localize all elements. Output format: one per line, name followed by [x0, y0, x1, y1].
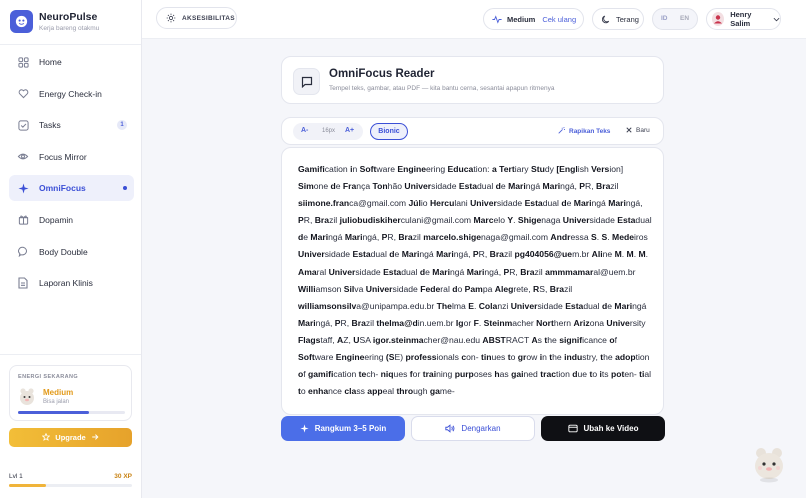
xp-progress-fill [9, 484, 46, 487]
chat-icon [17, 246, 29, 258]
sparkle-icon [300, 424, 309, 433]
reader-header-card: OmniFocus Reader Tempel teks, gambar, at… [281, 56, 664, 104]
lang-id-option[interactable]: ID [661, 15, 668, 22]
sidebar-item-laporan-klinis[interactable]: Laporan Klinis [9, 270, 134, 296]
sidebar-item-omnifocus[interactable]: OmniFocus [9, 175, 134, 202]
eye-icon [17, 151, 29, 163]
xp-progress-bar [9, 484, 132, 487]
brand-tagline: Kerja bareng otakmu [39, 25, 100, 32]
energy-progress-bar [18, 411, 125, 414]
logo-icon [10, 10, 33, 33]
energy-title: ENERGI SEKARANG [18, 374, 79, 380]
arrow-right-icon [91, 433, 99, 443]
active-indicator-dot [123, 186, 127, 191]
sidebar-item-label: Home [39, 57, 62, 67]
magic-wand-icon [558, 127, 565, 134]
topbar: AKSESIBILITAS Medium Cek ulang Terang ID… [142, 0, 806, 39]
avatar [712, 12, 725, 26]
star-icon [41, 432, 51, 443]
sidebar-item-label: Body Double [39, 246, 88, 257]
theme-label: Terang [616, 14, 639, 24]
accessibility-label: AKSESIBILITAS [182, 14, 235, 22]
sidebar-item-label: Dopamin [39, 214, 74, 225]
sidebar-item-dopamin[interactable]: Dopamin [9, 207, 134, 233]
energy-status: Bisa jalan [43, 399, 70, 405]
sidebar-item-label: Energy Check-in [39, 88, 102, 99]
chevron-down-icon [773, 17, 780, 22]
summarize-label: Rangkum 3–5 Poin [314, 424, 387, 433]
gear-icon [166, 13, 176, 23]
sidebar-item-label: Focus Mirror [39, 151, 87, 162]
level-label: Lvl 1 [9, 473, 23, 480]
reader-text: Gamification in Software Engineering Edu… [298, 164, 652, 397]
language-switch: ID EN [652, 8, 698, 30]
font-size-control: A- 16px A+ [293, 123, 363, 140]
sidebar-nav: Home Energy Check-in Tasks 1 Focus Mirro… [9, 49, 134, 302]
theme-toggle[interactable]: Terang [592, 8, 644, 30]
lang-en-option[interactable]: EN [680, 15, 689, 22]
new-label: Baru [636, 127, 650, 134]
accessibility-button[interactable]: AKSESIBILITAS [156, 7, 237, 29]
xp-label: 30 XP [114, 473, 132, 480]
tidy-text-button[interactable]: Rapikan Teks [558, 127, 610, 135]
checkbox-icon [17, 119, 29, 131]
energy-card[interactable]: ENERGI SEKARANG Medium Bisa jalan [9, 365, 132, 421]
convert-video-button[interactable]: Ubah ke Video [541, 416, 665, 441]
grid-icon [17, 56, 29, 68]
sidebar-item-label: Tasks [39, 120, 61, 131]
listen-button[interactable]: Dengarkan [411, 416, 535, 441]
sidebar-item-body-double[interactable]: Body Double [9, 239, 134, 265]
document-icon [17, 277, 29, 289]
moon-icon [602, 15, 611, 24]
reader-toolbar: A- 16px A+ Bionic Rapikan Teks Baru [281, 117, 664, 145]
font-size-value: 16px [322, 128, 336, 134]
page-title: OmniFocus Reader [329, 68, 435, 80]
divider [0, 354, 141, 355]
chat-square-icon [293, 68, 320, 95]
bionic-toggle[interactable]: Bionic [370, 123, 408, 140]
sidebar-item-label: Laporan Klinis [39, 278, 93, 289]
sparkle-icon [17, 182, 29, 194]
sidebar-item-focus-mirror[interactable]: Focus Mirror [9, 144, 134, 170]
brand[interactable]: NeuroPulse Kerja bareng otakmu [10, 10, 99, 33]
gift-icon [17, 214, 29, 226]
increase-font-button[interactable]: A+ [345, 127, 354, 134]
sidebar-item-tasks[interactable]: Tasks 1 [9, 112, 134, 138]
pulse-icon [492, 14, 502, 24]
user-menu[interactable]: Henry Salim [706, 8, 781, 30]
summarize-button[interactable]: Rangkum 3–5 Poin [281, 416, 405, 441]
sidebar-item-energy-check-in[interactable]: Energy Check-in [9, 81, 134, 107]
convert-video-label: Ubah ke Video [583, 424, 639, 433]
sidebar-item-home[interactable]: Home [9, 49, 134, 75]
sidebar: NeuroPulse Kerja bareng otakmu Home Ener… [0, 0, 142, 498]
energy-progress-fill [18, 411, 89, 414]
new-button[interactable]: Baru [626, 127, 650, 134]
energy-avatar-icon [18, 386, 36, 406]
close-icon [626, 127, 632, 133]
decrease-font-button[interactable]: A- [301, 127, 308, 134]
page-subtitle: Tempel teks, gambar, atau PDF — kita ban… [329, 85, 555, 92]
mascot-icon[interactable] [752, 445, 786, 483]
mood-label: Medium [507, 14, 536, 24]
recheck-link[interactable]: Cek ulang [542, 15, 576, 24]
reader-content[interactable]: Gamification in Software Engineering Edu… [281, 147, 664, 415]
heart-icon [17, 88, 29, 100]
upgrade-button[interactable]: Upgrade [9, 428, 132, 447]
brand-name: NeuroPulse [39, 11, 98, 23]
divider [0, 44, 141, 45]
video-icon [567, 424, 578, 433]
speaker-icon [445, 424, 455, 433]
mood-pill: Medium Cek ulang [483, 8, 584, 30]
listen-label: Dengarkan [461, 424, 501, 433]
sidebar-item-label: OmniFocus [39, 183, 86, 194]
tidy-text-label: Rapikan Teks [569, 128, 611, 135]
energy-level: Medium [43, 388, 74, 397]
upgrade-label: Upgrade [55, 433, 86, 442]
user-name: Henry Salim [730, 10, 752, 28]
tasks-count-badge: 1 [117, 120, 127, 131]
